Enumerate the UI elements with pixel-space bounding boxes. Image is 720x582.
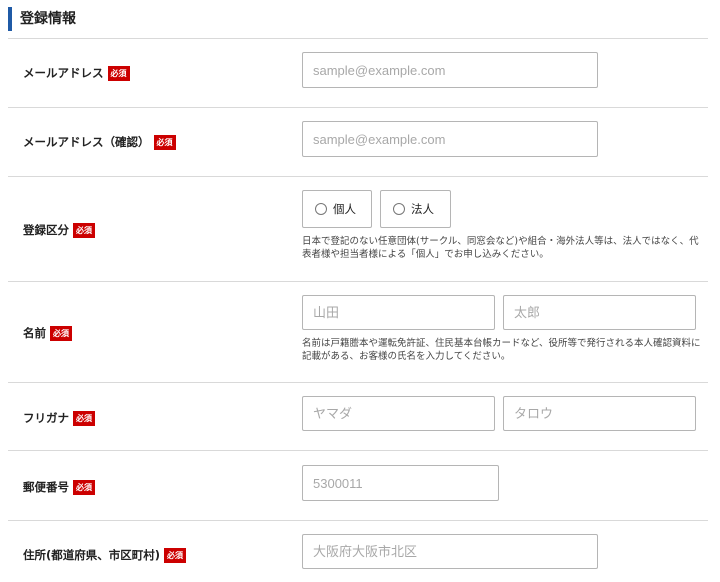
required-badge: 必須	[50, 325, 72, 341]
divider	[8, 107, 708, 108]
address-input[interactable]	[302, 534, 598, 569]
divider	[8, 38, 708, 39]
name-label-text: 名前	[23, 326, 46, 340]
divider	[8, 176, 708, 177]
email-confirm-label-text: メールアドレス（確認）	[23, 135, 150, 149]
radio-corporation-label: 法人	[411, 202, 434, 216]
email-input[interactable]	[302, 52, 598, 88]
required-badge: 必須	[164, 547, 187, 563]
postal-code-input[interactable]	[302, 465, 499, 501]
radio-circle-icon	[315, 203, 327, 215]
postal-code-label: 郵便番号 必須	[23, 477, 95, 497]
required-badge: 必須	[73, 222, 95, 238]
first-name-kana-input[interactable]	[503, 396, 696, 431]
registration-type-label: 登録区分 必須	[23, 220, 95, 240]
furigana-label-text: フリガナ	[23, 411, 69, 425]
email-label-text: メールアドレス	[23, 66, 104, 80]
required-badge: 必須	[73, 410, 95, 426]
email-label: メールアドレス 必須	[23, 63, 130, 83]
name-label: 名前 必須	[23, 323, 72, 343]
first-name-input[interactable]	[503, 295, 696, 330]
registration-type-label-text: 登録区分	[23, 223, 69, 237]
postal-code-label-text: 郵便番号	[23, 480, 69, 494]
divider	[8, 450, 708, 451]
divider	[8, 520, 708, 521]
registration-type-help: 日本で登記のない任意団体(サークル、同窓会など)や組合・海外法人等は、法人ではな…	[302, 236, 699, 260]
radio-individual[interactable]: 個人	[302, 190, 372, 228]
address-label: 住所(都道府県、市区町村) 必須	[23, 545, 187, 565]
radio-circle-icon	[393, 203, 405, 215]
section-title: 登録情報	[8, 7, 76, 31]
last-name-kana-input[interactable]	[302, 396, 495, 431]
email-confirm-input[interactable]	[302, 121, 598, 157]
name-help: 名前は戸籍謄本や運転免許証、住民基本台帳カードなど、役所等で発行される本人確認資…	[302, 338, 701, 362]
address-label-text: 住所(都道府県、市区町村)	[23, 548, 161, 562]
email-confirm-label: メールアドレス（確認） 必須	[23, 132, 176, 152]
radio-individual-label: 個人	[333, 202, 356, 216]
section-title-text: 登録情報	[20, 11, 76, 27]
divider	[8, 281, 708, 282]
furigana-label: フリガナ 必須	[23, 408, 95, 428]
divider	[8, 382, 708, 383]
required-badge: 必須	[153, 134, 176, 150]
last-name-input[interactable]	[302, 295, 495, 330]
required-badge: 必須	[107, 65, 130, 81]
required-badge: 必須	[73, 479, 95, 495]
radio-corporation[interactable]: 法人	[380, 190, 451, 228]
